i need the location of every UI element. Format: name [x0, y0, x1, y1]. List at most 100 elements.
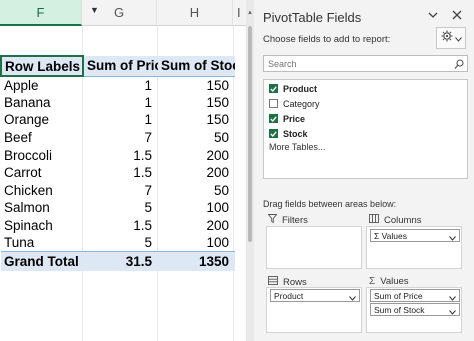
spreadsheet-grid[interactable]: F G ▼ H I Row Labels▼ Sum of Price Sum o…	[0, 0, 246, 341]
row-label-cell[interactable]: Chicken	[1, 182, 83, 200]
stock-cell[interactable]: 150	[158, 111, 235, 129]
columns-drop-area[interactable]: Σ Values	[366, 226, 462, 269]
chevron-down-icon	[454, 29, 462, 47]
scrollbar-thumb[interactable]	[248, 26, 252, 242]
row-label-cell[interactable]: Spinach	[1, 217, 83, 235]
filters-label: Filters	[282, 214, 308, 226]
stock-cell[interactable]: 150	[158, 76, 235, 94]
price-cell[interactable]: 1.5	[83, 217, 158, 235]
column-header-f[interactable]: F	[0, 0, 82, 26]
chevron-down-icon[interactable]	[449, 293, 456, 303]
scroll-up-icon[interactable]: ▲	[247, 10, 253, 16]
stock-cell[interactable]: 200	[158, 164, 235, 182]
row-label-cell[interactable]: Broccoli	[1, 146, 83, 164]
rows-product-pill[interactable]: Product	[270, 289, 360, 302]
values-sum-of-stock-pill[interactable]: Sum of Stock	[370, 303, 460, 316]
more-tables-link[interactable]: More Tables...	[264, 142, 467, 152]
rows-drop-area[interactable]: Product	[266, 287, 362, 333]
row-label-cell[interactable]: Carrot	[1, 164, 83, 182]
grand-total-label-cell[interactable]: Grand Total	[1, 251, 83, 271]
row-labels-header-cell[interactable]: Row Labels▼	[0, 55, 84, 77]
pivot-row: Apple 1 150	[1, 76, 235, 94]
price-cell[interactable]: 1.5	[83, 146, 158, 164]
field-label: Product	[283, 83, 318, 94]
chevron-down-icon[interactable]	[449, 233, 456, 243]
filter-funnel-icon	[267, 214, 278, 226]
values-label: Values	[380, 276, 409, 287]
pill-label: Sum of Price	[374, 290, 423, 301]
values-sum-of-price-pill[interactable]: Sum of Price	[370, 289, 460, 302]
stock-cell[interactable]: 200	[158, 217, 235, 235]
row-label-cell[interactable]: Apple	[1, 76, 83, 94]
pill-label: Product	[274, 290, 304, 301]
field-label: Category	[283, 98, 320, 109]
grand-total-row: Grand Total 31.5 1350	[1, 251, 235, 271]
row-label-cell[interactable]: Tuna	[1, 234, 83, 252]
column-header-h[interactable]: H	[157, 0, 233, 26]
checkbox-checked-icon[interactable]	[269, 129, 278, 138]
stock-cell[interactable]: 150	[158, 94, 235, 112]
price-cell[interactable]: 1	[83, 94, 158, 112]
checkbox-unchecked-icon[interactable]	[269, 99, 278, 108]
field-item-stock[interactable]: Stock	[264, 127, 467, 140]
price-cell[interactable]: 1	[83, 111, 158, 129]
tools-button[interactable]	[436, 27, 466, 49]
columns-icon	[369, 214, 379, 226]
field-label: Price	[283, 113, 306, 124]
drag-fields-label: Drag fields between areas below:	[263, 199, 397, 209]
gear-icon	[441, 29, 453, 47]
price-cell[interactable]: 5	[83, 234, 158, 252]
chevron-down-icon[interactable]	[449, 307, 456, 317]
column-move-indicator-icon: ▼	[90, 5, 99, 15]
columns-label: Columns	[384, 214, 422, 226]
checkbox-checked-icon[interactable]	[269, 84, 278, 93]
pivot-row: Chicken 7 50	[1, 182, 235, 200]
price-cell[interactable]: 5	[83, 199, 158, 217]
column-header-i[interactable]: I	[233, 0, 246, 26]
sum-of-price-header-cell[interactable]: Sum of Price	[83, 56, 158, 77]
stock-cell[interactable]: 200	[158, 146, 235, 164]
stock-cell[interactable]: 100	[158, 234, 235, 252]
pivottable-fields-pane: PivotTable Fields Choose fields to add t…	[254, 0, 474, 341]
choose-fields-label: Choose fields to add to report:	[263, 34, 391, 45]
filters-drop-area[interactable]	[266, 226, 362, 269]
price-cell[interactable]: 1.5	[83, 164, 158, 182]
columns-values-pill[interactable]: Σ Values	[370, 229, 460, 242]
pill-label: Sum of Stock	[374, 304, 425, 315]
pill-label: Σ Values	[374, 230, 407, 241]
checkbox-checked-icon[interactable]	[269, 114, 278, 123]
vertical-scrollbar[interactable]: ▲	[246, 0, 254, 341]
search-icon[interactable]	[454, 57, 464, 75]
filters-area-header: Filters	[267, 214, 308, 226]
row-label-cell[interactable]: Orange	[1, 111, 83, 129]
pivot-row: Banana 1 150	[1, 94, 235, 112]
pivot-row: Carrot 1.5 200	[1, 164, 235, 182]
values-drop-area[interactable]: Sum of Price Sum of Stock	[366, 287, 462, 333]
grand-total-price-cell[interactable]: 31.5	[83, 251, 158, 271]
field-item-category[interactable]: Category	[264, 97, 467, 110]
close-icon[interactable]	[450, 8, 464, 22]
row-labels-label: Row Labels	[5, 58, 81, 74]
pivot-row: Spinach 1.5 200	[1, 217, 235, 235]
pivot-row: Tuna 5 100	[1, 234, 235, 252]
price-cell[interactable]: 7	[83, 182, 158, 200]
pivot-row: Orange 1 150	[1, 111, 235, 129]
stock-cell[interactable]: 50	[158, 129, 235, 147]
sum-of-stock-header-cell[interactable]: Sum of Stock	[158, 56, 235, 77]
pivot-row: Broccoli 1.5 200	[1, 146, 235, 164]
chevron-down-icon[interactable]	[349, 293, 356, 303]
price-cell[interactable]: 1	[83, 76, 158, 94]
stock-cell[interactable]: 100	[158, 199, 235, 217]
row-label-cell[interactable]: Beef	[1, 129, 83, 147]
grand-total-stock-cell[interactable]: 1350	[158, 251, 235, 271]
field-item-product[interactable]: Product	[264, 82, 467, 95]
columns-area-header: Columns	[369, 214, 422, 226]
field-label: Stock	[283, 128, 308, 139]
row-label-cell[interactable]: Banana	[1, 94, 83, 112]
row-label-cell[interactable]: Salmon	[1, 199, 83, 217]
field-item-price[interactable]: Price	[264, 112, 467, 125]
price-cell[interactable]: 7	[83, 129, 158, 147]
chevron-down-icon[interactable]	[426, 8, 440, 22]
search-input[interactable]	[263, 55, 468, 72]
stock-cell[interactable]: 50	[158, 182, 235, 200]
